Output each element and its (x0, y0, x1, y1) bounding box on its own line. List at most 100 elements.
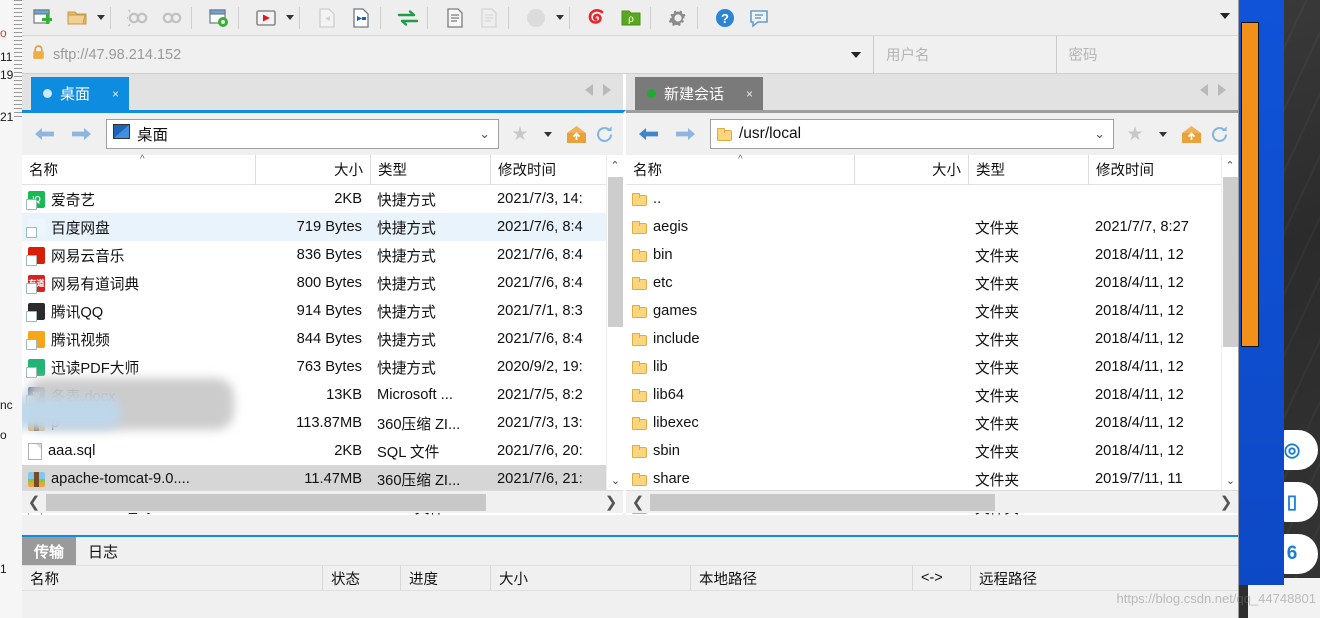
nav-next-icon[interactable] (1218, 84, 1226, 96)
local-col-size[interactable]: 大小 (255, 155, 370, 185)
open-folder-caret-icon[interactable] (94, 3, 108, 33)
nav-prev-icon[interactable] (585, 84, 593, 96)
remote-horizontal-scrollbar[interactable]: ❮ ❯ (626, 490, 1238, 513)
table-row[interactable]: etc文件夹2018/4/11, 12 (626, 269, 1238, 297)
remote-scroll-right-icon[interactable]: ❯ (1214, 493, 1238, 511)
table-row[interactable]: 百度网盘719 Bytes快捷方式2021/7/6, 8:4 (22, 213, 623, 241)
transfer-col-remotepath[interactable]: 远程路径 (970, 565, 1150, 591)
user-caret-icon[interactable] (553, 3, 567, 33)
nav-next-icon[interactable] (603, 84, 611, 96)
local-sort-indicator[interactable]: ^ (140, 154, 145, 165)
local-file-list[interactable]: iQ爱奇艺2KB快捷方式2021/7/3, 14:百度网盘719 Bytes快捷… (22, 185, 623, 515)
table-row[interactable]: iQ爱奇艺2KB快捷方式2021/7/3, 14: (22, 185, 623, 213)
table-row[interactable]: 腾讯视频844 Bytes快捷方式2021/7/6, 8:4 (22, 325, 623, 353)
help-icon[interactable]: ? (708, 3, 742, 33)
gear-icon[interactable] (661, 3, 695, 33)
remote-file-list[interactable]: ..aegis文件夹2021/7/7, 8:27bin文件夹2018/4/11,… (626, 185, 1238, 515)
remote-scroll-thumb[interactable] (1223, 177, 1238, 347)
remote-sort-indicator[interactable]: ^ (738, 154, 743, 165)
feedback-icon[interactable] (742, 3, 776, 33)
local-scroll-thumb[interactable] (608, 177, 623, 327)
host-input[interactable]: sftp://47.98.214.152 (22, 36, 874, 73)
local-vertical-scrollbar[interactable]: ⌃ ⌄ (606, 155, 623, 491)
forward-arrow-icon[interactable] (668, 117, 702, 151)
remote-col-type[interactable]: 类型 (968, 155, 1088, 185)
table-row[interactable]: aegis文件夹2021/7/7, 8:27 (626, 213, 1238, 241)
back-arrow-icon[interactable] (28, 117, 62, 151)
local-col-time[interactable]: 修改时间 (490, 155, 610, 185)
local-favorite-star-icon[interactable]: ★ (507, 117, 533, 151)
transfer-col-status[interactable]: 状态 (322, 565, 400, 591)
local-col-name[interactable]: 名称 (22, 155, 255, 185)
spiral-icon[interactable] (580, 3, 614, 33)
transfer-col-size[interactable]: 大小 (490, 565, 690, 591)
remote-col-time[interactable]: 修改时间 (1088, 155, 1228, 185)
green-folder-icon[interactable]: ρ (614, 3, 648, 33)
tab-log[interactable]: 日志 (76, 537, 130, 565)
table-row[interactable]: aaa.sql2KBSQL 文件2021/7/6, 20: (22, 437, 623, 465)
remote-scroll-left-icon[interactable]: ❮ (626, 493, 650, 511)
user-icon[interactable] (519, 3, 553, 33)
local-path-input[interactable]: 桌面 ⌄ (106, 119, 499, 149)
local-scroll-up-icon[interactable]: ⌃ (607, 157, 623, 174)
table-row[interactable]: sbin文件夹2018/4/11, 12 (626, 437, 1238, 465)
table-row[interactable]: 腾讯QQ914 Bytes快捷方式2021/7/1, 8:3 (22, 297, 623, 325)
password-field[interactable]: 密码 (1057, 36, 1239, 73)
session-settings-icon[interactable] (202, 3, 236, 33)
transfer-col-name[interactable]: 名称 (22, 565, 322, 591)
remote-path-chevron-down-icon[interactable]: ⌄ (1094, 126, 1105, 142)
run-icon[interactable] (249, 3, 283, 33)
local-hscroll-track[interactable] (46, 494, 599, 511)
table-row[interactable]: apache-tomcat-9.0....11.47MB360压缩 ZI...2… (22, 465, 623, 493)
tab-desktop-close-icon[interactable]: × (112, 87, 119, 101)
open-folder-icon[interactable] (60, 3, 94, 33)
tab-transfer[interactable]: 传输 (22, 537, 76, 565)
transfer-col-progress[interactable]: 进度 (400, 565, 490, 591)
transfer-col-localpath[interactable]: 本地路径 (690, 565, 912, 591)
nav-prev-icon[interactable] (1200, 84, 1208, 96)
remote-scroll-up-icon[interactable]: ⌃ (1222, 157, 1238, 174)
local-hscroll-thumb[interactable] (46, 494, 486, 511)
upload-icon[interactable] (344, 3, 378, 33)
run-caret-icon[interactable] (283, 3, 297, 33)
toolbar-overflow-chevron-down-icon[interactable] (1220, 13, 1230, 19)
back-arrow-icon[interactable] (632, 117, 666, 151)
local-col-type[interactable]: 类型 (370, 155, 490, 185)
forward-arrow-icon[interactable] (64, 117, 98, 151)
remote-scroll-down-icon[interactable]: ⌄ (1222, 472, 1239, 489)
table-row[interactable]: .. (626, 185, 1238, 213)
tab-new-session[interactable]: 新建会话 × (635, 77, 763, 110)
table-row[interactable]: include文件夹2018/4/11, 12 (626, 325, 1238, 353)
local-refresh-icon[interactable] (591, 117, 617, 151)
table-row[interactable]: share文件夹2019/7/11, 11 (626, 465, 1238, 493)
remote-home-folder-icon[interactable] (1178, 117, 1204, 151)
tab-new-session-close-icon[interactable]: × (746, 87, 753, 101)
table-row[interactable]: 网易云音乐836 Bytes快捷方式2021/7/6, 8:4 (22, 241, 623, 269)
remote-favorite-star-icon[interactable]: ★ (1122, 117, 1148, 151)
table-row[interactable]: libexec文件夹2018/4/11, 12 (626, 409, 1238, 437)
remote-path-input[interactable]: /usr/local ⌄ (710, 119, 1114, 149)
remote-hscroll-track[interactable] (650, 494, 1214, 511)
table-row[interactable]: 迅读PDF大师763 Bytes快捷方式2020/9/2, 19: (22, 353, 623, 381)
local-scroll-left-icon[interactable]: ❮ (22, 493, 46, 511)
transfer-col-direction[interactable]: <-> (912, 565, 970, 591)
remote-refresh-icon[interactable] (1206, 117, 1232, 151)
local-home-folder-icon[interactable] (563, 117, 589, 151)
table-row[interactable]: lib64文件夹2018/4/11, 12 (626, 381, 1238, 409)
host-chevron-down-icon[interactable] (851, 52, 861, 58)
properties-icon[interactable] (438, 3, 472, 33)
local-path-chevron-down-icon[interactable]: ⌄ (479, 126, 490, 142)
remote-vertical-scrollbar[interactable]: ⌃ ⌄ (1221, 155, 1238, 491)
table-row[interactable]: bin文件夹2018/4/11, 12 (626, 241, 1238, 269)
local-horizontal-scrollbar[interactable]: ❮ ❯ (22, 490, 623, 513)
remote-favorite-caret-icon[interactable] (1150, 117, 1176, 151)
local-scroll-right-icon[interactable]: ❯ (599, 493, 623, 511)
new-session-icon[interactable] (26, 3, 60, 33)
local-scroll-down-icon[interactable]: ⌄ (607, 472, 624, 489)
table-row[interactable]: lib文件夹2018/4/11, 12 (626, 353, 1238, 381)
remote-hscroll-thumb[interactable] (650, 494, 995, 511)
table-row[interactable]: 有道网易有道词典800 Bytes快捷方式2021/7/6, 8:4 (22, 269, 623, 297)
tab-desktop[interactable]: 桌面 × (31, 77, 129, 110)
table-row[interactable]: games文件夹2018/4/11, 12 (626, 297, 1238, 325)
local-favorite-caret-icon[interactable] (535, 117, 561, 151)
